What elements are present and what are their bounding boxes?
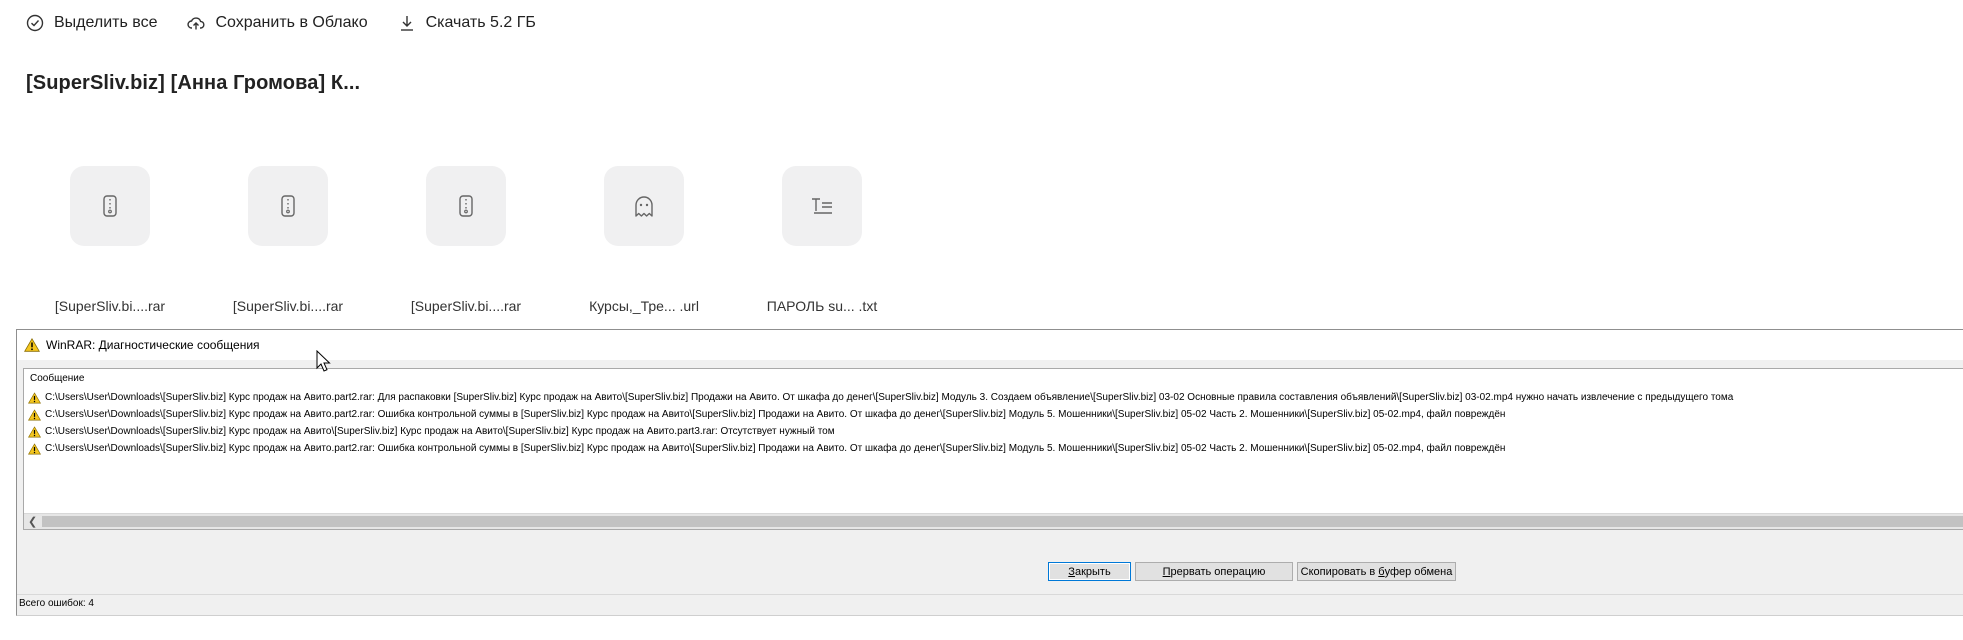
file-name: ПАРОЛЬ su... .txt [766,298,878,314]
messages-list[interactable]: Сообщение C:\Users\User\Downloads\[Super… [23,368,1963,530]
column-header-message[interactable]: Сообщение [30,373,84,384]
message-text: C:\Users\User\Downloads\[SuperSliv.biz] … [45,426,835,437]
file-tile[interactable]: ПАРОЛЬ su... .txt [742,166,902,314]
warning-icon [24,338,40,352]
file-tile[interactable]: [SuperSliv.bi....rar [30,166,190,314]
toolbar: Выделить все Сохранить в Облако Скачать … [26,10,536,36]
select-all-button[interactable]: Выделить все [26,14,157,32]
file-name: [SuperSliv.bi....rar [410,298,522,314]
file-name: Курсы,_Тре... .url [589,298,699,314]
scroll-left-arrow-icon[interactable]: ❮ [28,515,37,528]
message-row[interactable]: C:\Users\User\Downloads\[SuperSliv.biz] … [28,440,1505,457]
file-name: [SuperSliv.bi....rar [232,298,344,314]
cloud-upload-icon [187,17,205,30]
download-icon [400,16,413,31]
archive-icon [103,195,117,217]
save-to-cloud-label: Сохранить в Облако [215,14,368,31]
abort-operation-button[interactable]: Прервать операцию [1135,562,1293,581]
file-tile[interactable]: Курсы,_Тре... .url [564,166,724,314]
message-text: C:\Users\User\Downloads\[SuperSliv.biz] … [45,392,1734,403]
file-tile[interactable]: [SuperSliv.bi....rar [386,166,546,314]
message-text: C:\Users\User\Downloads\[SuperSliv.biz] … [45,443,1506,454]
message-row[interactable]: C:\Users\User\Downloads\[SuperSliv.biz] … [28,389,1733,406]
horizontal-scrollbar[interactable]: ❮ [24,513,1963,529]
dialog-titlebar[interactable]: WinRAR: Диагностические сообщения [17,330,1963,360]
select-all-label: Выделить все [54,14,158,31]
text-file-icon [812,198,832,214]
winrar-diagnostic-dialog: WinRAR: Диагностические сообщения Сообще… [16,329,1963,616]
warning-icon [28,408,41,420]
download-button[interactable]: Скачать 5.2 ГБ [398,14,536,32]
file-tile[interactable]: [SuperSliv.bi....rar [208,166,368,314]
dialog-title: WinRAR: Диагностические сообщения [46,338,260,352]
copy-to-clipboard-button[interactable]: Скопировать в б уфер обмена [1297,562,1456,581]
download-label: Скачать 5.2 ГБ [425,14,536,31]
error-count-status: Всего ошибок: 4 [19,598,94,609]
message-row[interactable]: C:\Users\User\Downloads\[SuperSliv.biz] … [28,423,835,440]
warning-icon [28,442,41,454]
save-to-cloud-button[interactable]: Сохранить в Облако [187,14,368,32]
mouse-pointer-icon [316,350,331,372]
warning-icon [28,425,41,437]
message-row[interactable]: C:\Users\User\Downloads\[SuperSliv.biz] … [28,406,1505,423]
ghost-icon [635,196,653,217]
folder-title: [SuperSliv.biz] [Анна Громова] К... [26,72,361,94]
status-separator [17,594,1963,595]
archive-icon [281,195,295,217]
message-text: C:\Users\User\Downloads\[SuperSliv.biz] … [45,409,1506,420]
scrollbar-thumb[interactable] [42,516,1963,527]
file-name: [SuperSliv.bi....rar [54,298,166,314]
warning-icon [28,391,41,403]
check-circle-icon [26,14,44,32]
close-button[interactable]: Закрыть [1048,562,1131,581]
archive-icon [459,195,473,217]
